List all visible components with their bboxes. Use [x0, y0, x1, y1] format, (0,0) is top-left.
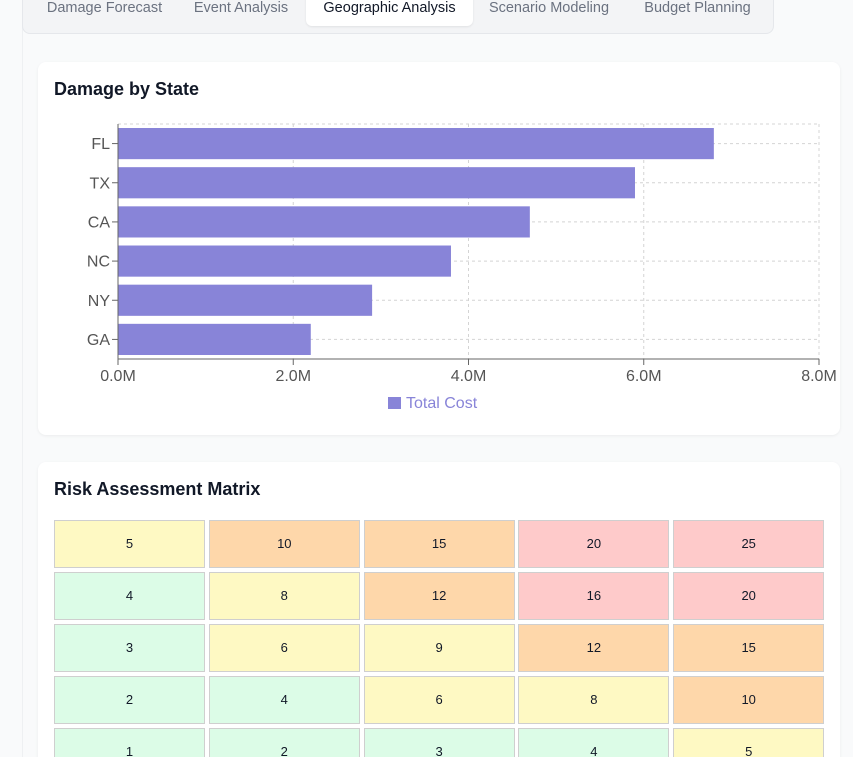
- x-tick-label: 8.0M: [801, 368, 837, 385]
- risk-cell: 4: [208, 676, 360, 724]
- tab-event-analysis[interactable]: Event Analysis: [181, 1, 301, 25]
- x-tick-label: 4.0M: [451, 368, 487, 385]
- tab-damage-forecast[interactable]: Damage Forecast: [31, 1, 178, 25]
- risk-cell: 16: [518, 572, 670, 620]
- risk-cell: 12: [518, 624, 670, 672]
- risk-cell: 9: [363, 624, 515, 672]
- risk-cell: 3: [363, 728, 515, 757]
- y-tick-label: NC: [87, 254, 110, 271]
- risk-matrix-card: Risk Assessment Matrix 5 10 15 20 25 4 8 12 16 20…: [38, 462, 840, 757]
- risk-cell: 8: [208, 572, 360, 620]
- bar-ga: [118, 323, 311, 355]
- risk-cell: 10: [673, 676, 825, 724]
- risk-card-title: Risk Assessment Matrix: [54, 479, 261, 499]
- risk-cell: 8: [518, 676, 670, 724]
- y-tick-label: GA: [87, 332, 110, 349]
- tab-budget-planning[interactable]: Budget Planning: [630, 1, 765, 25]
- risk-cell: 15: [673, 624, 825, 672]
- risk-cell: 6: [208, 624, 360, 672]
- risk-cell: 25: [673, 520, 825, 568]
- risk-cell: 2: [208, 728, 360, 757]
- risk-cell: 5: [54, 520, 205, 568]
- risk-cell: 12: [363, 572, 515, 620]
- risk-cell: 1: [54, 728, 205, 757]
- risk-cell: 2: [54, 676, 205, 724]
- bar-nc: [118, 245, 451, 277]
- bar-ny: [118, 284, 373, 316]
- risk-cell: 4: [54, 572, 205, 620]
- risk-cell: 6: [363, 676, 515, 724]
- bar-fl: [118, 128, 714, 160]
- bar-ca: [118, 206, 530, 238]
- legend-swatch: [388, 397, 401, 409]
- risk-cell: 5: [673, 728, 825, 757]
- bar-tx: [118, 167, 635, 199]
- tab-bar: Damage Forecast Event Analysis Geographi…: [22, 0, 774, 34]
- y-tick-label: NY: [88, 293, 111, 310]
- page: Damage Forecast Event Analysis Geographi…: [0, 0, 853, 757]
- legend-label: Total Cost: [406, 395, 478, 412]
- risk-cell: 10: [208, 520, 360, 568]
- x-tick-label: 2.0M: [275, 368, 311, 385]
- tab-geographic-analysis[interactable]: Geographic Analysis: [306, 0, 473, 26]
- risk-cell: 3: [54, 624, 205, 672]
- y-tick-label: FL: [91, 136, 110, 153]
- y-tick-label: CA: [88, 214, 111, 231]
- x-tick-label: 6.0M: [626, 368, 662, 385]
- risk-cell: 4: [518, 728, 670, 757]
- damage-bar-chart: FL TX CA NC NY GA 0.0M 2.0M 4.0M 6.0M 8.0M Total Co…: [87, 123, 837, 412]
- tab-scenario-modeling[interactable]: Scenario Modeling: [477, 1, 621, 25]
- risk-cell: 20: [673, 572, 825, 620]
- damage-by-state-card: Damage by State FL TX CA NC NY GA 0.0M 2.0M 4.0M…: [38, 62, 840, 435]
- x-tick-label: 0.0M: [100, 368, 136, 385]
- y-tick-label: TX: [90, 175, 111, 192]
- risk-cell: 15: [363, 520, 515, 568]
- risk-cell: 20: [518, 520, 670, 568]
